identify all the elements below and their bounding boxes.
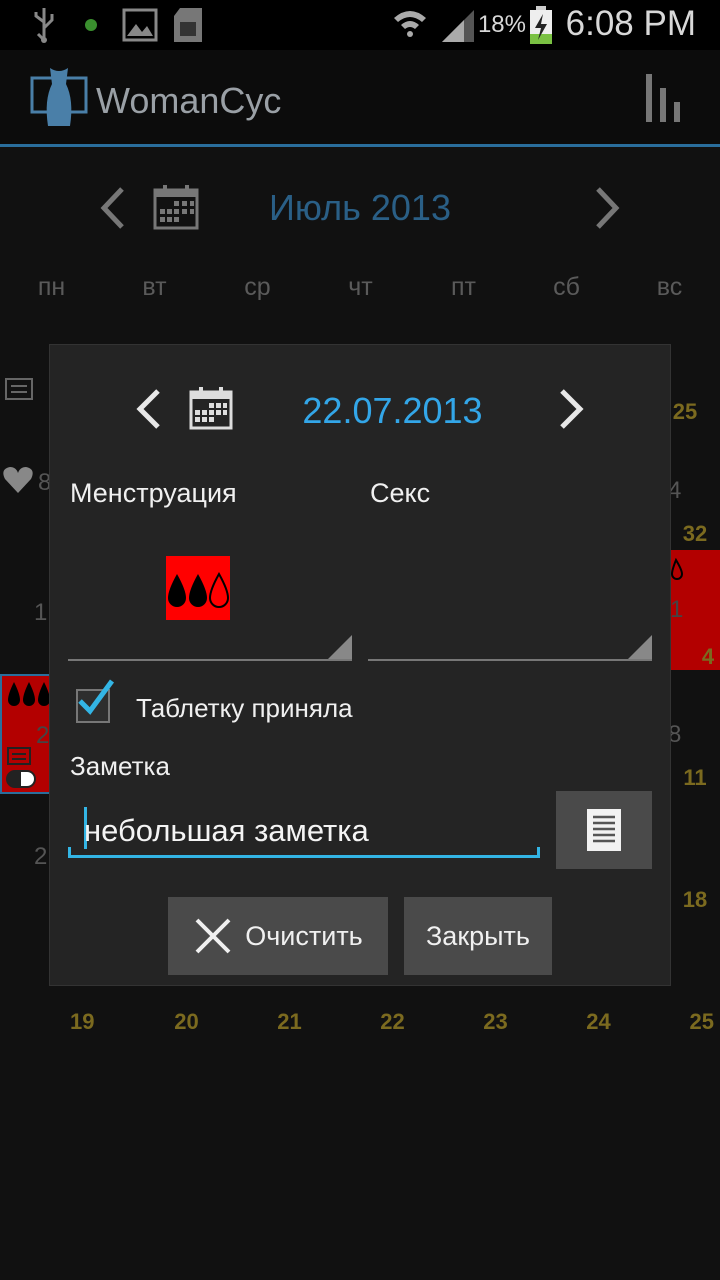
day-number[interactable]: 24 — [547, 1009, 650, 1035]
calendar-icon[interactable] — [188, 385, 234, 431]
battery-charging-icon — [530, 6, 552, 44]
pill-icon — [6, 770, 36, 788]
clear-button[interactable]: Очистить — [168, 897, 388, 975]
partial-day-number: 2 — [36, 722, 50, 749]
close-x-icon — [195, 918, 231, 954]
image-icon — [122, 8, 158, 42]
input-underline-right — [537, 847, 540, 857]
notes-list-button[interactable] — [556, 791, 652, 869]
selected-day-cell[interactable]: 2 — [0, 674, 54, 794]
spinner-corner-icon — [628, 635, 652, 659]
partial-day-number: 2 — [34, 843, 48, 870]
day-dialog: 22.07.2013 Менструация Секс Таблетку при… — [50, 345, 670, 985]
sd-card-icon — [174, 8, 202, 42]
day-number[interactable]: 11 — [670, 765, 720, 791]
sex-label: Секс — [370, 478, 431, 508]
flow-heavy-icon — [166, 556, 230, 620]
day-number: 4 — [701, 644, 715, 669]
spinner-underline — [368, 659, 652, 661]
partial-day-number: 1 — [670, 596, 684, 623]
app-title: WomanCyc — [96, 80, 282, 121]
signal-icon — [442, 10, 474, 42]
battery-percent: 18% — [477, 11, 526, 38]
pill-checkbox[interactable] — [76, 679, 115, 723]
next-month-icon[interactable] — [592, 185, 622, 231]
day-number[interactable]: 22 — [341, 1009, 444, 1035]
partial-day-number: 8 — [668, 721, 682, 748]
day-number[interactable]: 25 — [650, 1009, 720, 1035]
weekday-tue: вт — [142, 273, 167, 301]
weekday-sat: сб — [553, 273, 580, 301]
dress-logo-icon — [30, 68, 88, 126]
day-number[interactable]: 32 — [670, 521, 720, 547]
input-underline — [68, 855, 540, 858]
status-time: 6:08 PM — [565, 4, 696, 43]
weekday-wed: ср — [244, 273, 271, 301]
stats-bars-icon[interactable] — [644, 70, 684, 126]
status-bar: 18% 6:08 PM — [0, 0, 720, 50]
partial-day-number: 4 — [668, 477, 682, 504]
day-number[interactable]: 18 — [670, 887, 720, 913]
note-input[interactable]: небольшая заметка — [68, 801, 540, 859]
weekday-sun: вс — [656, 273, 683, 301]
menstruation-label: Менструация — [70, 478, 237, 508]
heart-icon — [3, 467, 33, 493]
close-button[interactable]: Закрыть — [404, 897, 552, 975]
menstruation-spinner[interactable] — [68, 535, 352, 661]
day-number[interactable]: 20 — [135, 1009, 238, 1035]
sex-spinner[interactable] — [368, 535, 652, 661]
document-icon — [587, 809, 621, 851]
notification-dot-icon — [85, 19, 97, 31]
action-bar: WomanCyc — [0, 50, 720, 147]
period-day-cell[interactable]: 1 4 — [670, 550, 720, 670]
pill-label[interactable]: Таблетку приняла — [136, 693, 353, 724]
checkmark-icon — [78, 679, 115, 715]
clear-button-label: Очистить — [245, 920, 363, 951]
note-icon — [5, 378, 33, 400]
day-number[interactable]: 19 — [32, 1009, 135, 1035]
input-underline-left — [68, 847, 71, 857]
dialog-date: 22.07.2013 — [302, 390, 483, 431]
day-number[interactable]: 23 — [444, 1009, 547, 1035]
weekday-mon: пн — [37, 273, 66, 301]
drop-outline-icon — [670, 558, 684, 580]
wifi-icon — [394, 11, 426, 37]
usb-icon — [34, 8, 54, 43]
weekday-thu: чт — [348, 273, 373, 301]
note-label: Заметка — [70, 751, 170, 781]
note-icon — [7, 747, 31, 765]
next-day-icon[interactable] — [556, 387, 586, 431]
partial-day-number: 1 — [34, 599, 48, 626]
prev-day-icon[interactable] — [134, 387, 164, 431]
drops-icon — [8, 682, 50, 706]
note-text: небольшая заметка — [84, 813, 369, 848]
day-number[interactable]: 21 — [238, 1009, 341, 1035]
spinner-underline — [68, 659, 352, 661]
spinner-corner-icon — [328, 635, 352, 659]
weekday-fri: пт — [451, 273, 476, 301]
close-button-label: Закрыть — [426, 920, 530, 951]
